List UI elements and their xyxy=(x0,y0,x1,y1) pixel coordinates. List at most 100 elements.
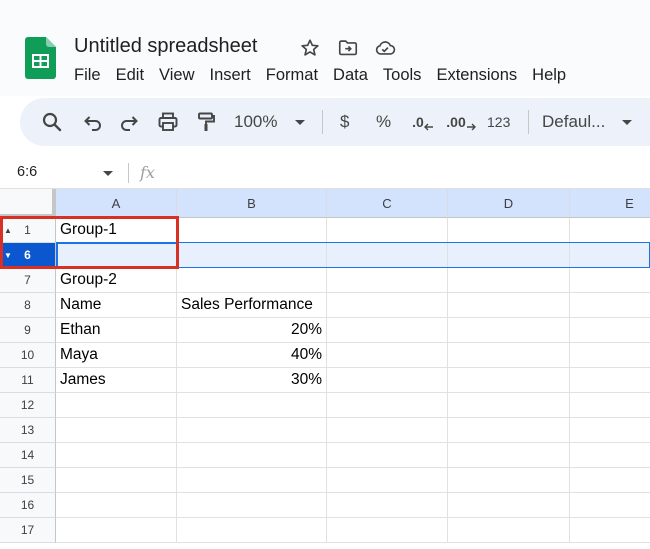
cell-e16[interactable] xyxy=(570,493,650,518)
cell-d14[interactable] xyxy=(448,443,570,468)
cell-e14[interactable] xyxy=(570,443,650,468)
row-header-11[interactable]: 11 xyxy=(0,368,56,393)
format-percent-button[interactable]: % xyxy=(376,110,391,134)
spreadsheet-grid[interactable]: A B C D E 1 Group-1 6 7 Group-2 8 Name Sales Perform… xyxy=(0,189,650,549)
row-header-9[interactable]: 9 xyxy=(0,318,56,343)
cell-e17[interactable] xyxy=(570,518,650,543)
cell-a1[interactable]: Group-1 xyxy=(56,218,177,243)
cell-e8[interactable] xyxy=(570,293,650,318)
cell-a14[interactable] xyxy=(56,443,177,468)
cell-b9[interactable]: 20% xyxy=(177,318,327,343)
menu-insert[interactable]: Insert xyxy=(210,64,251,86)
group-collapse-icon[interactable]: ▲ xyxy=(4,226,12,235)
font-select[interactable]: Defaul... xyxy=(542,110,605,134)
cell-b17[interactable] xyxy=(177,518,327,543)
cell-c17[interactable] xyxy=(327,518,448,543)
row-header-15[interactable]: 15 xyxy=(0,468,56,493)
undo-icon[interactable] xyxy=(81,110,105,134)
cell-a10[interactable]: Maya xyxy=(56,343,177,368)
search-menus-icon[interactable] xyxy=(40,110,64,134)
cell-d11[interactable] xyxy=(448,368,570,393)
cell-b6[interactable] xyxy=(177,243,327,268)
menu-format[interactable]: Format xyxy=(266,64,318,86)
move-to-folder-icon[interactable] xyxy=(337,37,359,59)
row-header-14[interactable]: 14 xyxy=(0,443,56,468)
menu-view[interactable]: View xyxy=(159,64,194,86)
cell-d10[interactable] xyxy=(448,343,570,368)
more-formats-button[interactable]: 123 xyxy=(487,110,510,134)
row-header-13[interactable]: 13 xyxy=(0,418,56,443)
print-icon[interactable] xyxy=(156,110,180,134)
cell-a9[interactable]: Ethan xyxy=(56,318,177,343)
cell-d6[interactable] xyxy=(448,243,570,268)
cell-d15[interactable] xyxy=(448,468,570,493)
cell-a11[interactable]: James xyxy=(56,368,177,393)
row-header-16[interactable]: 16 xyxy=(0,493,56,518)
column-header-c[interactable]: C xyxy=(327,189,448,218)
cell-d12[interactable] xyxy=(448,393,570,418)
row-header-8[interactable]: 8 xyxy=(0,293,56,318)
cell-b7[interactable] xyxy=(177,268,327,293)
cell-e13[interactable] xyxy=(570,418,650,443)
cell-b1[interactable] xyxy=(177,218,327,243)
cell-c14[interactable] xyxy=(327,443,448,468)
column-header-d[interactable]: D xyxy=(448,189,570,218)
cell-a12[interactable] xyxy=(56,393,177,418)
cell-b13[interactable] xyxy=(177,418,327,443)
cell-c13[interactable] xyxy=(327,418,448,443)
cell-e10[interactable] xyxy=(570,343,650,368)
cell-d1[interactable] xyxy=(448,218,570,243)
group-expand-icon[interactable]: ▼ xyxy=(4,251,12,260)
cell-d7[interactable] xyxy=(448,268,570,293)
cell-c6[interactable] xyxy=(327,243,448,268)
chevron-down-icon[interactable] xyxy=(290,110,310,134)
cell-e6[interactable] xyxy=(570,243,650,268)
cell-a15[interactable] xyxy=(56,468,177,493)
cloud-saved-icon[interactable] xyxy=(374,37,396,59)
column-header-a[interactable]: A xyxy=(56,189,177,218)
cell-c11[interactable] xyxy=(327,368,448,393)
cell-e11[interactable] xyxy=(570,368,650,393)
cell-d9[interactable] xyxy=(448,318,570,343)
cell-c1[interactable] xyxy=(327,218,448,243)
name-box[interactable]: 6:6 xyxy=(17,164,37,180)
star-icon[interactable] xyxy=(299,37,321,59)
increase-decimals-button[interactable]: .00 xyxy=(446,110,476,134)
chevron-down-icon[interactable] xyxy=(617,110,637,134)
cell-a6[interactable] xyxy=(56,243,177,268)
cell-d8[interactable] xyxy=(448,293,570,318)
cell-d13[interactable] xyxy=(448,418,570,443)
cell-c16[interactable] xyxy=(327,493,448,518)
row-header-17[interactable]: 17 xyxy=(0,518,56,543)
menu-edit[interactable]: Edit xyxy=(116,64,144,86)
cell-d17[interactable] xyxy=(448,518,570,543)
select-all-corner[interactable] xyxy=(0,189,56,218)
cell-b11[interactable]: 30% xyxy=(177,368,327,393)
cell-c10[interactable] xyxy=(327,343,448,368)
menu-file[interactable]: File xyxy=(74,64,101,86)
sheets-logo-icon[interactable] xyxy=(25,37,56,79)
zoom-select[interactable]: 100% xyxy=(234,110,277,134)
menu-extensions[interactable]: Extensions xyxy=(436,64,517,86)
paint-format-icon[interactable] xyxy=(194,110,218,134)
cell-e7[interactable] xyxy=(570,268,650,293)
row-header-7[interactable]: 7 xyxy=(0,268,56,293)
cell-c15[interactable] xyxy=(327,468,448,493)
cell-a7[interactable]: Group-2 xyxy=(56,268,177,293)
row-header-10[interactable]: 10 xyxy=(0,343,56,368)
menu-data[interactable]: Data xyxy=(333,64,368,86)
cell-a8[interactable]: Name xyxy=(56,293,177,318)
cell-a17[interactable] xyxy=(56,518,177,543)
menu-help[interactable]: Help xyxy=(532,64,566,86)
cell-b15[interactable] xyxy=(177,468,327,493)
cell-d16[interactable] xyxy=(448,493,570,518)
cell-b12[interactable] xyxy=(177,393,327,418)
formula-input[interactable] xyxy=(170,163,640,183)
cell-e15[interactable] xyxy=(570,468,650,493)
cell-e1[interactable] xyxy=(570,218,650,243)
column-header-e[interactable]: E xyxy=(570,189,650,218)
cell-c7[interactable] xyxy=(327,268,448,293)
cell-c8[interactable] xyxy=(327,293,448,318)
menu-tools[interactable]: Tools xyxy=(383,64,422,86)
redo-icon[interactable] xyxy=(117,110,141,134)
